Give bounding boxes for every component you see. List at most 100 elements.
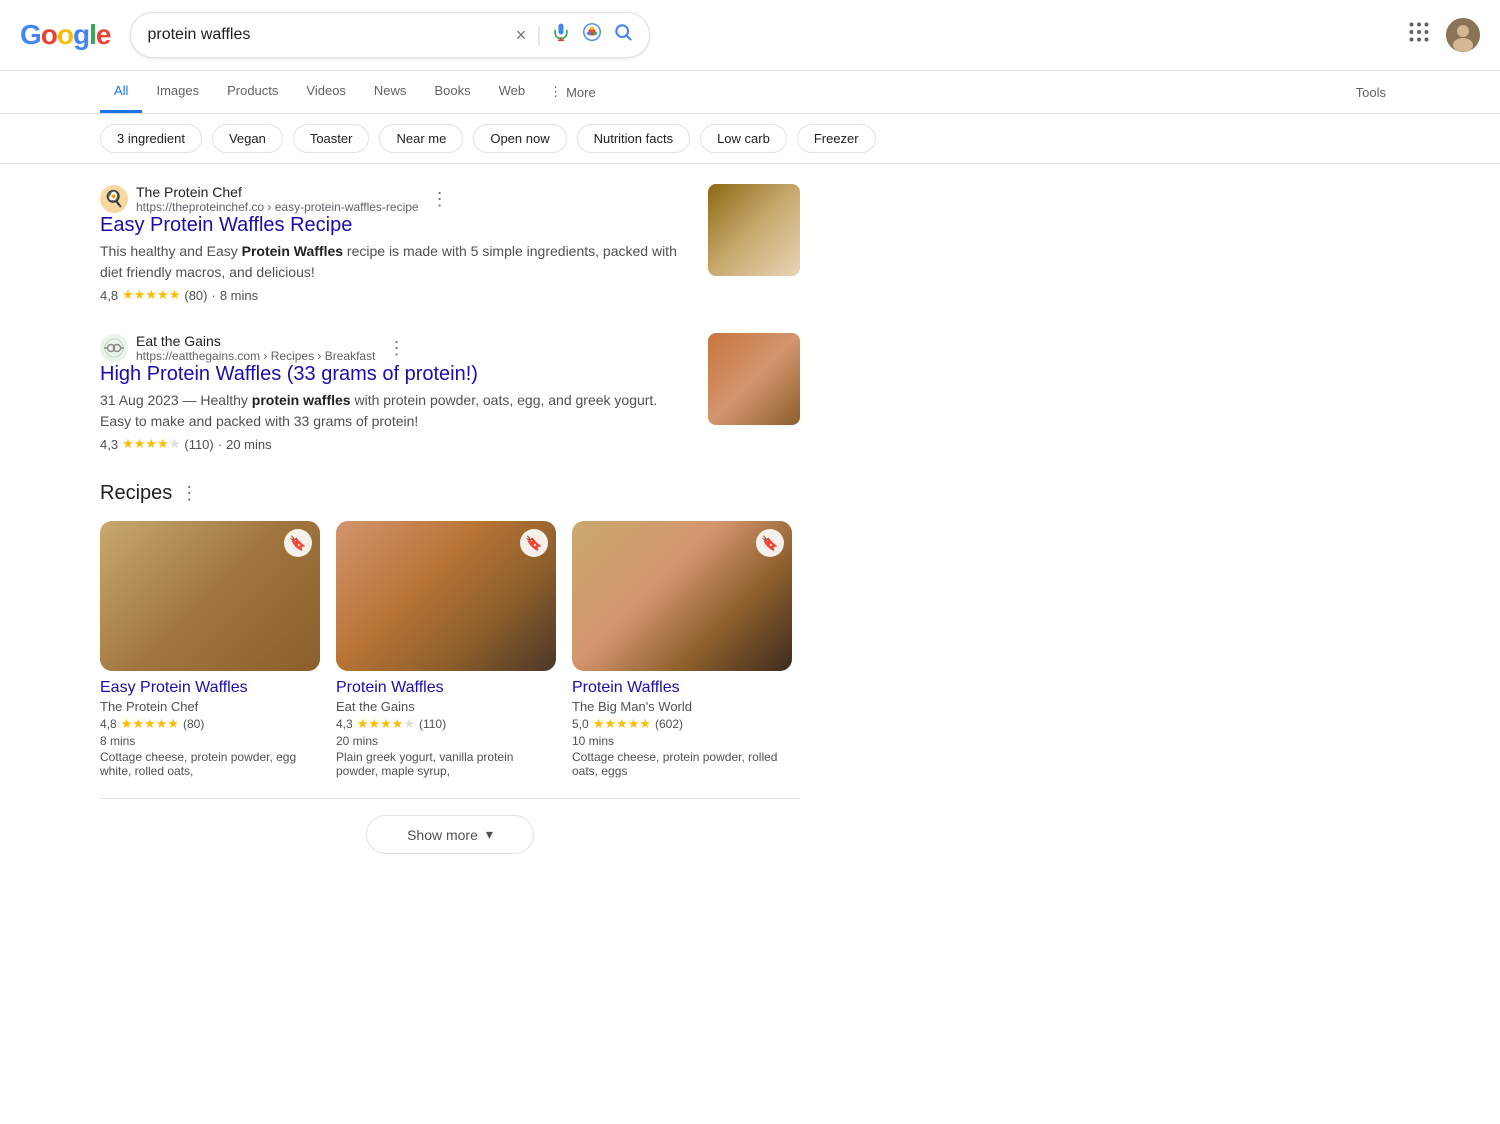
main-content: 🍳 The Protein Chef https://theproteinche…	[0, 164, 900, 890]
result-source-row-1: 🍳 The Protein Chef https://theproteinche…	[100, 184, 692, 214]
recipe-source-3: The Big Man's World	[572, 699, 792, 714]
recipes-menu[interactable]: ⋮	[180, 483, 198, 504]
tab-all[interactable]: All	[100, 71, 142, 113]
result-title-2[interactable]: High Protein Waffles (33 grams of protei…	[100, 363, 692, 386]
tab-books[interactable]: Books	[420, 71, 484, 113]
search-input[interactable]	[147, 26, 505, 44]
google-logo[interactable]: Google	[20, 19, 110, 51]
result-time-1: 8 mins	[220, 288, 258, 303]
header: Google × |	[0, 0, 1500, 71]
result-content-2: Eat the Gains https://eatthegains.com › …	[100, 333, 692, 452]
filter-3-ingredient[interactable]: 3 ingredient	[100, 124, 202, 153]
recipe-rating-2: 4,3 ★★★★★ (110)	[336, 716, 556, 732]
user-avatar[interactable]	[1446, 18, 1480, 52]
tab-images[interactable]: Images	[142, 71, 213, 113]
result-snippet-2: 31 Aug 2023 — Healthy protein waffles wi…	[100, 390, 692, 432]
recipe-ingredients-1: Cottage cheese, protein powder, egg whit…	[100, 750, 320, 778]
recipe-time-2: 20 mins	[336, 734, 556, 748]
show-more-button[interactable]: Show more ▾	[366, 815, 534, 854]
result-favicon-1: 🍳	[100, 185, 128, 213]
tab-web[interactable]: Web	[485, 71, 540, 113]
recipe-source-1: The Protein Chef	[100, 699, 320, 714]
result-favicon-2	[100, 334, 128, 362]
result-rating-1: 4,8	[100, 288, 118, 303]
voice-search-icon[interactable]	[551, 22, 571, 48]
tab-news[interactable]: News	[360, 71, 421, 113]
result-title-1[interactable]: Easy Protein Waffles Recipe	[100, 214, 692, 237]
recipes-title: Recipes	[100, 482, 172, 505]
recipe-name-3[interactable]: Protein Waffles	[572, 679, 792, 697]
result-menu-2[interactable]: ⋮	[387, 338, 405, 359]
recipe-image-3: 🔖	[572, 521, 792, 671]
filter-nutrition-facts[interactable]: Nutrition facts	[577, 124, 690, 153]
search-result-1: 🍳 The Protein Chef https://theproteinche…	[100, 184, 800, 303]
tab-products[interactable]: Products	[213, 71, 292, 113]
recipe-image-1: 🔖	[100, 521, 320, 671]
filter-freezer[interactable]: Freezer	[797, 124, 876, 153]
more-label: ⋮	[549, 84, 562, 100]
result-site-name-1: The Protein Chef	[136, 184, 419, 200]
tools-button[interactable]: Tools	[1342, 73, 1400, 112]
recipe-card-1[interactable]: 🔖 Easy Protein Waffles The Protein Chef …	[100, 521, 320, 778]
tab-videos[interactable]: Videos	[292, 71, 360, 113]
logo-letter-o1: o	[41, 19, 57, 51]
divider: |	[536, 24, 541, 47]
recipe-card-3[interactable]: 🔖 Protein Waffles The Big Man's World 5,…	[572, 521, 792, 778]
recipe-rating-value-1: 4,8	[100, 717, 117, 731]
result-site-name-2: Eat the Gains	[136, 333, 375, 349]
clear-icon[interactable]: ×	[516, 25, 527, 46]
recipe-count-1: (80)	[183, 717, 204, 731]
header-right	[1408, 18, 1480, 52]
recipe-name-2[interactable]: Protein Waffles	[336, 679, 556, 697]
logo-letter-l: l	[89, 19, 96, 51]
filter-near-me[interactable]: Near me	[379, 124, 463, 153]
result-image-1[interactable]	[708, 184, 800, 276]
result-url-2: https://eatthegains.com › Recipes › Brea…	[136, 349, 375, 363]
recipe-ingredients-3: Cottage cheese, protein powder, rolled o…	[572, 750, 792, 778]
result-rating-2: 4,3	[100, 437, 118, 452]
recipe-name-1[interactable]: Easy Protein Waffles	[100, 679, 320, 697]
logo-letter-g2: g	[73, 19, 89, 51]
recipe-stars-1: ★★★★★	[121, 716, 179, 732]
logo-letter-g: G	[20, 19, 41, 51]
result-snippet-1: This healthy and Easy Protein Waffles re…	[100, 241, 692, 283]
recipe-count-2: (110)	[419, 717, 446, 731]
show-more-label: Show more	[407, 827, 478, 843]
recipe-card-2[interactable]: 🔖 Protein Waffles Eat the Gains 4,3 ★★★★…	[336, 521, 556, 778]
result-time-2: 20 mins	[226, 437, 272, 452]
result-count-1: (80)	[184, 288, 207, 303]
result-stars-2: ★★★★★	[122, 436, 180, 452]
recipes-grid: 🔖 Easy Protein Waffles The Protein Chef …	[100, 521, 800, 778]
result-site-info-1: The Protein Chef https://theproteinchef.…	[136, 184, 419, 214]
result-menu-1[interactable]: ⋮	[431, 189, 449, 210]
more-text: More	[566, 85, 596, 100]
recipe-rating-value-3: 5,0	[572, 717, 589, 731]
filter-open-now[interactable]: Open now	[473, 124, 566, 153]
search-bar[interactable]: × |	[130, 12, 650, 58]
google-apps-icon[interactable]	[1408, 21, 1430, 49]
recipe-rating-3: 5,0 ★★★★★ (602)	[572, 716, 792, 732]
more-dropdown[interactable]: ⋮ More	[539, 72, 606, 112]
bookmark-button-1[interactable]: 🔖	[284, 529, 312, 557]
google-lens-icon[interactable]	[581, 21, 603, 49]
show-more-bar: Show more ▾	[100, 798, 800, 870]
search-submit-icon[interactable]	[613, 22, 633, 48]
result-url-1: https://theproteinchef.co › easy-protein…	[136, 200, 419, 214]
recipe-count-3: (602)	[655, 717, 683, 731]
result-image-2[interactable]	[708, 333, 800, 425]
bookmark-button-2[interactable]: 🔖	[520, 529, 548, 557]
recipe-source-2: Eat the Gains	[336, 699, 556, 714]
filter-toaster[interactable]: Toaster	[293, 124, 370, 153]
result-meta-1: 4,8 ★★★★★ (80) · 8 mins	[100, 287, 692, 303]
recipe-time-3: 10 mins	[572, 734, 792, 748]
search-result-2: Eat the Gains https://eatthegains.com › …	[100, 333, 800, 452]
filter-low-carb[interactable]: Low carb	[700, 124, 787, 153]
filter-vegan[interactable]: Vegan	[212, 124, 283, 153]
bookmark-button-3[interactable]: 🔖	[756, 529, 784, 557]
result-stars-1: ★★★★★	[122, 287, 180, 303]
result-meta-2: 4,3 ★★★★★ (110) · 20 mins	[100, 436, 692, 452]
result-dot-2: ·	[218, 437, 222, 452]
recipe-ingredients-2: Plain greek yogurt, vanilla protein powd…	[336, 750, 556, 778]
recipe-stars-3: ★★★★★	[593, 716, 651, 732]
result-content-1: 🍳 The Protein Chef https://theproteinche…	[100, 184, 692, 303]
